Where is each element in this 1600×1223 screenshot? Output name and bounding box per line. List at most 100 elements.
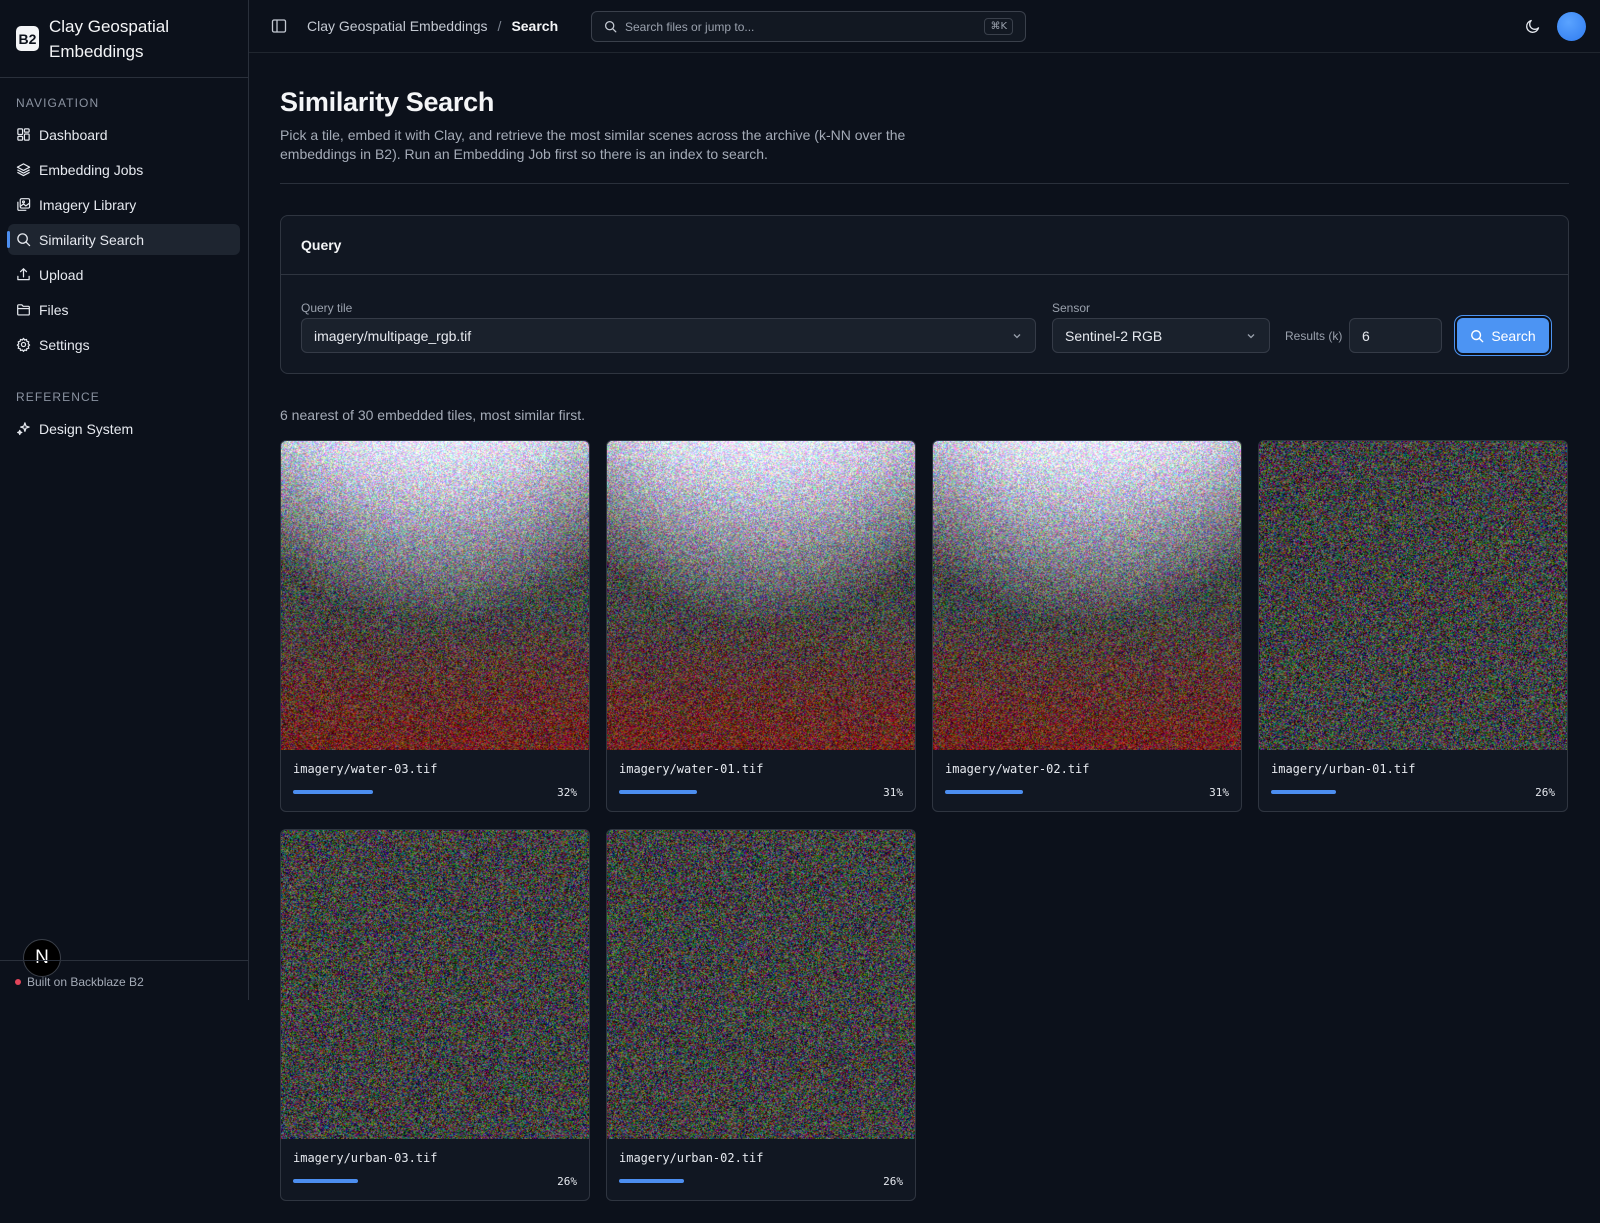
tile-thumbnail[interactable] [607, 441, 915, 750]
breadcrumb-separator: / [497, 18, 502, 34]
tile-thumbnail[interactable] [607, 830, 915, 1139]
sidebar: B2 Clay Geospatial Embeddings NAVIGATION… [0, 0, 249, 1000]
results-grid: imagery/water-03.tif 32% imagery/water-01.… [280, 440, 1569, 1201]
page-title: Similarity Search [280, 87, 495, 117]
gear-icon [16, 337, 31, 352]
tile-thumbnail[interactable] [933, 441, 1241, 750]
tile-body: imagery/water-03.tif 32% [281, 750, 589, 811]
similarity-score: 26% [1535, 786, 1555, 799]
sidebar-item-label: Settings [39, 336, 90, 353]
global-search-input[interactable]: Search files or jump to... ⌘K [591, 11, 1026, 42]
similarity-bar-track [293, 1179, 543, 1183]
avatar[interactable] [1557, 12, 1586, 41]
tile-body: imagery/water-01.tif 31% [607, 750, 915, 811]
brand[interactable]: B2 Clay Geospatial Embeddings [0, 0, 248, 78]
result-tile[interactable]: imagery/urban-02.tif 26% [606, 829, 916, 1201]
sidebar-item-dashboard[interactable]: Dashboard [8, 119, 240, 150]
layers-icon [16, 163, 31, 177]
sidebar-item-settings[interactable]: Settings [8, 329, 240, 360]
page-description: Pick a tile, embed it with Clay, and ret… [280, 127, 906, 162]
tile-body: imagery/water-02.tif 31% [933, 750, 1241, 811]
sidebar-item-design-system[interactable]: Design System [8, 413, 240, 444]
search-icon [1471, 329, 1484, 342]
similarity-bar-track [293, 790, 543, 794]
similarity-bar [1271, 790, 1336, 794]
sidebar-item-label: Similarity Search [39, 231, 145, 248]
chevron-down-icon [1013, 333, 1021, 338]
search-button-label: Search [1491, 327, 1536, 344]
sensor-label: Sensor [1052, 301, 1091, 315]
dashboard-icon [17, 128, 30, 141]
similarity-bar-track [619, 1179, 869, 1183]
tile-name: imagery/urban-02.tif [619, 1151, 764, 1165]
result-tile[interactable]: imagery/water-03.tif 32% [280, 440, 590, 812]
sensor-select[interactable]: Sentinel-2 RGB [1052, 318, 1270, 353]
sensor-value: Sentinel-2 RGB [1065, 327, 1163, 344]
nav-section: NAVIGATION Dashboard Embedding Jobs Imag… [0, 95, 248, 360]
reference-heading: REFERENCE [16, 390, 100, 404]
similarity-bar [619, 790, 697, 794]
breadcrumb-root[interactable]: Clay Geospatial Embeddings [307, 18, 488, 34]
k-label: Results (k) [1285, 329, 1343, 343]
search-placeholder: Search files or jump to... [625, 19, 755, 34]
moon-icon[interactable] [1525, 18, 1541, 34]
sparkles-icon [17, 422, 30, 436]
result-tile[interactable]: imagery/urban-01.tif 26% [1258, 440, 1568, 812]
similarity-score: 32% [557, 786, 577, 799]
upload-icon [17, 268, 30, 281]
similarity-bar-track [1271, 790, 1521, 794]
tile-name: imagery/urban-03.tif [293, 1151, 438, 1165]
sidebar-item-label: Embedding Jobs [39, 161, 144, 178]
sidebar-item-label: Dashboard [39, 126, 108, 143]
tile-thumbnail[interactable] [281, 441, 589, 750]
search-shortcut: ⌘K [984, 18, 1013, 35]
sidebar-item-label: Upload [39, 266, 84, 283]
sidebar-toggle-icon[interactable] [271, 18, 287, 34]
similarity-bar [293, 790, 373, 794]
result-tile[interactable]: imagery/water-02.tif 31% [932, 440, 1242, 812]
similarity-bar-track [619, 790, 869, 794]
search-button[interactable]: Search [1457, 318, 1549, 353]
nav-heading: NAVIGATION [16, 96, 100, 110]
tile-thumbnail[interactable] [1259, 441, 1567, 750]
similarity-bar [945, 790, 1023, 794]
similarity-bar [293, 1179, 358, 1183]
breadcrumb: Clay Geospatial Embeddings / Search [307, 18, 558, 34]
result-tile[interactable]: imagery/urban-03.tif 26% [280, 829, 590, 1201]
similarity-score: 26% [557, 1175, 577, 1188]
result-tile[interactable]: imagery/water-01.tif 31% [606, 440, 916, 812]
status-dot [15, 979, 21, 985]
query-card: Query Query tile imagery/multipage_rgb.t… [280, 215, 1569, 374]
divider [280, 183, 1569, 184]
k-input[interactable] [1349, 318, 1442, 353]
images-icon [17, 198, 31, 211]
similarity-score: 26% [883, 1175, 903, 1188]
sidebar-item-label: Imagery Library [39, 196, 137, 213]
tile-name: imagery/urban-01.tif [1271, 762, 1416, 776]
chevron-down-icon [1247, 333, 1255, 338]
reference-section: REFERENCE Design System [0, 389, 248, 444]
search-icon [17, 233, 31, 247]
brand-name: Clay Geospatial Embeddings [49, 16, 170, 61]
tile-thumbnail[interactable] [281, 830, 589, 1139]
breadcrumb-current: Search [511, 18, 559, 34]
sidebar-item-imagery-library[interactable]: Imagery Library [8, 189, 240, 220]
folder-icon [17, 304, 30, 316]
query-tile-select[interactable]: imagery/multipage_rgb.tif [301, 318, 1036, 353]
query-card-title: Query [281, 216, 1568, 275]
similarity-score: 31% [1209, 786, 1229, 799]
tile-body: imagery/urban-03.tif 26% [281, 1139, 589, 1200]
sidebar-item-upload[interactable]: Upload [8, 259, 240, 290]
tile-name: imagery/water-01.tif [619, 762, 764, 776]
similarity-score: 31% [883, 786, 903, 799]
sidebar-item-files[interactable]: Files [8, 294, 240, 325]
tile-body: imagery/urban-02.tif 26% [607, 1139, 915, 1200]
sidebar-item-label: Files [39, 301, 69, 318]
sidebar-item-embedding-jobs[interactable]: Embedding Jobs [8, 154, 240, 185]
similarity-bar [619, 1179, 684, 1183]
sidebar-footer: Built on Backblaze B2 [0, 960, 248, 989]
sidebar-item-similarity-search[interactable]: Similarity Search [7, 224, 240, 255]
footer-text: Built on Backblaze B2 [27, 975, 144, 989]
main-content: Similarity Search Pick a tile, embed it … [280, 53, 1569, 1201]
tile-body: imagery/urban-01.tif 26% [1259, 750, 1567, 811]
